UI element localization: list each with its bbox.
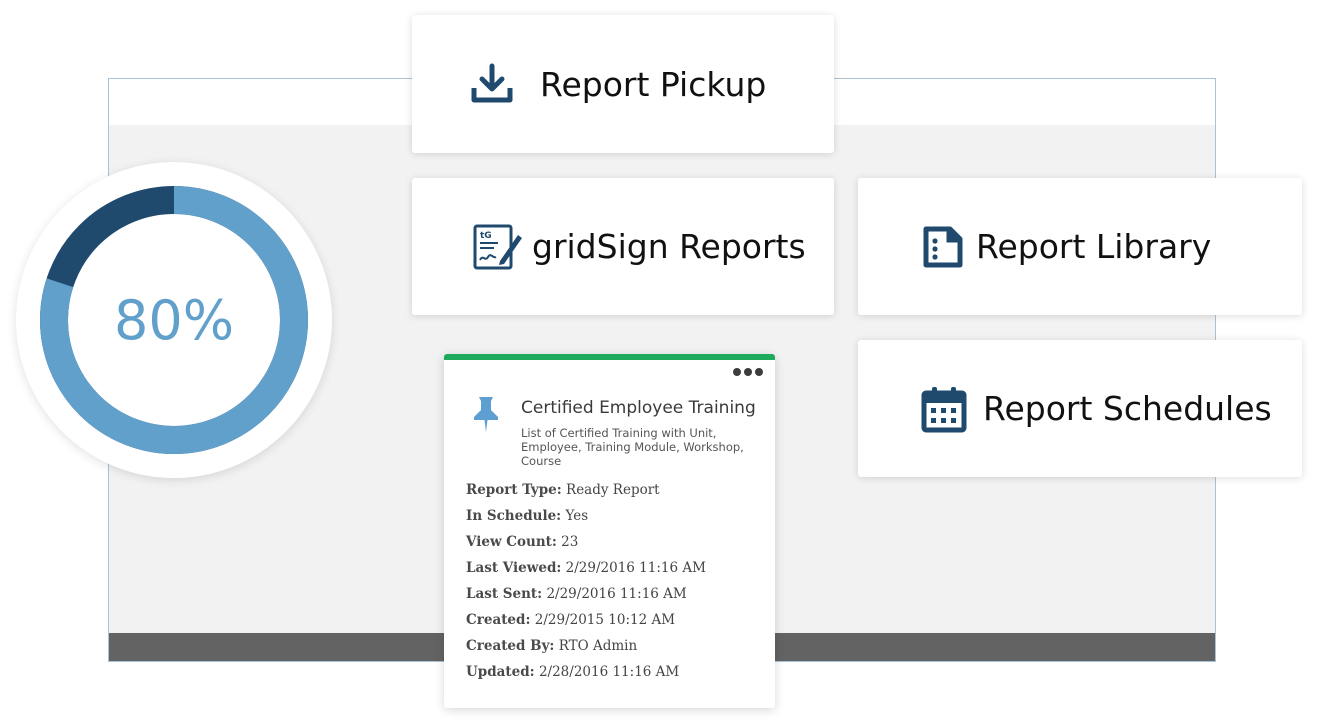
report-pickup-label: Report Pickup	[540, 64, 767, 104]
report-field-value: Yes	[565, 508, 589, 524]
pin-icon[interactable]	[470, 394, 502, 438]
report-schedules-label: Report Schedules	[983, 389, 1272, 428]
report-schedules-tile[interactable]: Report Schedules	[858, 340, 1302, 477]
report-library-label: Report Library	[976, 227, 1212, 266]
report-field-value: 2/28/2016 11:16 AM	[538, 664, 680, 680]
gridsign-reports-tile[interactable]: tG gridSign Reports	[412, 178, 834, 315]
report-field: Updated: 2/28/2016 11:16 AM	[466, 659, 706, 685]
report-field-label: Report Type:	[466, 482, 562, 498]
report-field-value: RTO Admin	[558, 638, 638, 654]
gridsign-signature-icon: tG	[472, 223, 524, 271]
report-field-value: 2/29/2016 11:16 AM	[565, 560, 706, 576]
report-field-label: Last Viewed:	[466, 560, 562, 576]
report-field-value: Ready Report	[566, 482, 660, 498]
gauge-value-label: 80%	[113, 288, 235, 352]
report-field-label: Created:	[466, 612, 531, 628]
report-field-label: Created By:	[466, 638, 555, 654]
report-field: In Schedule: Yes	[466, 503, 706, 529]
report-field-label: Last Sent:	[466, 586, 543, 602]
report-pickup-tile[interactable]: Report Pickup	[412, 15, 834, 153]
report-card[interactable]: Certified Employee Training List of Cert…	[444, 354, 775, 708]
report-field-label: Updated:	[466, 664, 535, 680]
completion-gauge: 80%	[16, 162, 332, 478]
report-field: Created: 2/29/2015 10:12 AM	[466, 607, 706, 633]
document-list-icon	[922, 225, 964, 269]
report-field: Last Viewed: 2/29/2016 11:16 AM	[466, 555, 706, 581]
report-field-label: In Schedule:	[466, 508, 562, 524]
report-field: Report Type: Ready Report	[466, 477, 706, 503]
report-field-label: View Count:	[466, 534, 557, 550]
more-horizontal-icon[interactable]	[733, 368, 763, 376]
report-card-title: Certified Employee Training	[521, 398, 756, 418]
report-field-value: 23	[561, 534, 579, 550]
report-card-details: Report Type: Ready Report In Schedule: Y…	[466, 477, 706, 685]
report-field-value: 2/29/2015 10:12 AM	[534, 612, 676, 628]
calendar-icon	[921, 385, 967, 433]
report-field-value: 2/29/2016 11:16 AM	[546, 586, 687, 602]
svg-text:tG: tG	[480, 231, 492, 241]
report-card-description: List of Certified Training with Unit, Em…	[521, 426, 744, 468]
download-icon	[470, 62, 514, 106]
report-field: Last Sent: 2/29/2016 11:16 AM	[466, 581, 706, 607]
gridsign-reports-label: gridSign Reports	[532, 227, 806, 266]
reports-dashboard-illustration: 80% Report Pickup tG gridSign Reports Re…	[0, 0, 1318, 724]
report-field: View Count: 23	[466, 529, 706, 555]
report-library-tile[interactable]: Report Library	[858, 178, 1302, 315]
report-field: Created By: RTO Admin	[466, 633, 706, 659]
